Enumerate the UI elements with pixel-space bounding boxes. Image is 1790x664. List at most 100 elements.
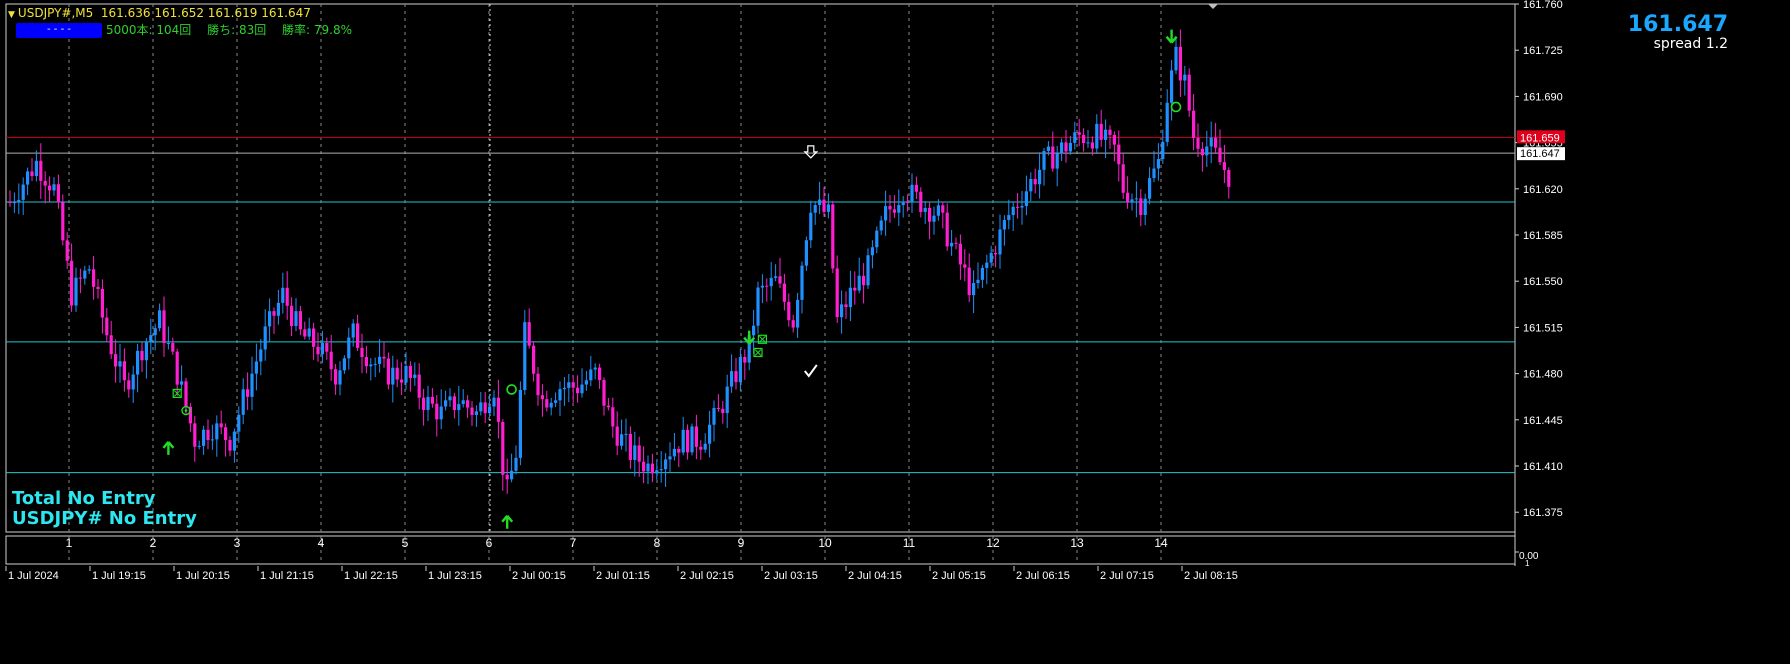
candle-bull — [347, 337, 351, 359]
candle-bull — [593, 367, 597, 370]
candle-bear — [598, 367, 602, 381]
candle-bear — [114, 354, 118, 367]
candle-bear — [650, 463, 654, 474]
candle-bull — [241, 389, 245, 415]
candle-bull — [809, 212, 813, 241]
candle-bull — [985, 262, 989, 268]
candle-bear — [637, 445, 641, 462]
candle-bull — [558, 389, 562, 401]
candle-bull — [1161, 141, 1165, 160]
candle-bear — [694, 426, 698, 447]
day-tick-label: 7 — [570, 536, 577, 550]
candle-bear — [96, 286, 100, 289]
candle-bear — [496, 397, 500, 422]
ohlc-values: 161.636 161.652 161.619 161.647 — [100, 6, 311, 20]
candle-bull — [26, 171, 30, 185]
candle-bear — [171, 342, 175, 352]
candle-bull — [620, 434, 624, 446]
candle-bear — [303, 329, 307, 337]
day-tick-label: 2 — [150, 536, 157, 550]
candle-bear — [408, 365, 412, 378]
check-mark-icon — [804, 364, 818, 378]
candle-bull — [276, 302, 280, 316]
candle-bull — [989, 252, 993, 263]
candle-bull — [268, 311, 272, 327]
time-tick-label: 2 Jul 05:15 — [932, 570, 986, 582]
candle-bull — [1165, 102, 1169, 142]
candle-bear — [400, 379, 404, 383]
candle-bull — [518, 389, 522, 458]
candle-bear — [417, 374, 421, 398]
candle-bull — [804, 240, 808, 266]
candle-bull — [681, 429, 685, 453]
candle-bear — [48, 185, 52, 191]
candle-bull — [320, 343, 324, 355]
indicator-blue-label: - - - - — [16, 23, 102, 38]
candle-bull — [562, 387, 566, 390]
candle-bear — [8, 202, 12, 203]
current-price: 161.647 — [1627, 12, 1728, 37]
day-tick-label: 12 — [986, 536, 1000, 550]
collapse-triangle-icon[interactable]: ▼ — [8, 10, 15, 20]
candle-bear — [466, 400, 470, 408]
candlestick-chart[interactable]: 1 2 3 4 5 6 7 8 9 10 11 12 13 14161.760161.725161.690… — [0, 0, 1790, 664]
candle-bull — [866, 255, 870, 286]
candle-bull — [1095, 123, 1099, 149]
current-price-axis-label: 161.647 — [1520, 148, 1560, 160]
candle-bear — [954, 242, 958, 244]
candle-bull — [769, 277, 773, 287]
candle-bear — [43, 180, 47, 186]
candle-bull — [1205, 146, 1209, 156]
candle-bull — [215, 423, 219, 440]
candle-bear — [1218, 147, 1222, 163]
candle-bear — [1051, 146, 1055, 169]
candle-bull — [690, 426, 694, 453]
candle-bull — [972, 283, 976, 296]
candle-bull — [567, 382, 571, 388]
candle-bear — [831, 204, 835, 269]
candle-bull — [118, 361, 122, 367]
candle-bear — [743, 356, 747, 363]
target-dot-icon — [184, 409, 188, 412]
candle-bull — [1134, 198, 1138, 200]
candle-bear — [928, 207, 932, 222]
candle-bull — [800, 265, 804, 300]
candle-bear — [994, 252, 998, 255]
candle-bear — [430, 396, 434, 404]
candle-bull — [210, 439, 214, 441]
win-stats: 5000本: 104回 勝ち: 83回 勝率: 79.8% — [106, 23, 353, 37]
candle-bull — [52, 184, 56, 191]
candle-bear — [386, 358, 390, 385]
candle-bear — [452, 396, 456, 411]
candle-bull — [378, 356, 382, 364]
day-tick-label: 1 — [66, 536, 73, 550]
candle-bear — [1196, 137, 1200, 149]
candle-bear — [470, 407, 474, 415]
candle-bear — [422, 397, 426, 410]
candle-bull — [17, 199, 21, 203]
candle-bull — [897, 205, 901, 213]
candle-bull — [840, 304, 844, 318]
day-tick-label: 13 — [1070, 536, 1084, 550]
candle-bull — [668, 456, 672, 460]
candle-bull — [624, 433, 628, 435]
candle-bear — [364, 357, 368, 367]
candle-bear — [140, 350, 144, 361]
candle-bear — [536, 373, 540, 396]
candle-bear — [105, 317, 109, 336]
candle-bull — [980, 267, 984, 280]
candle-bull — [870, 247, 874, 256]
day-tick-label: 9 — [738, 536, 745, 550]
candle-bear — [382, 356, 386, 359]
candle-bull — [488, 406, 492, 414]
candle-bull — [250, 373, 254, 397]
candle-bull — [1156, 159, 1160, 169]
spread-label: spread 1.2 — [1653, 36, 1728, 52]
time-tick-label: 2 Jul 04:15 — [848, 570, 902, 582]
candle-bear — [1214, 137, 1218, 148]
day-tick-label: 3 — [234, 536, 241, 550]
candle-bull — [646, 463, 650, 472]
chart-shift-marker-icon[interactable] — [1208, 4, 1218, 9]
candle-bull — [426, 396, 430, 410]
candle-bear — [963, 264, 967, 268]
